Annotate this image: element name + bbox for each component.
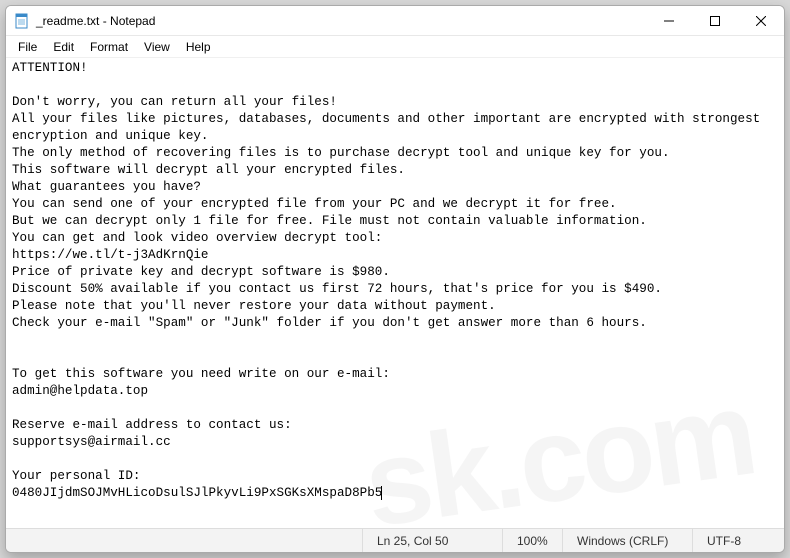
statusbar: Ln 25, Col 50 100% Windows (CRLF) UTF-8	[6, 528, 784, 552]
status-zoom: 100%	[502, 529, 562, 552]
menu-file[interactable]: File	[10, 38, 45, 56]
text-editor[interactable]: ATTENTION! Don't worry, you can return a…	[6, 58, 784, 528]
status-encoding: UTF-8	[692, 529, 782, 552]
menu-view[interactable]: View	[136, 38, 178, 56]
menu-edit[interactable]: Edit	[45, 38, 82, 56]
menu-format[interactable]: Format	[82, 38, 136, 56]
window-title: _readme.txt - Notepad	[36, 14, 155, 28]
statusbar-spacer	[8, 529, 362, 552]
status-position: Ln 25, Col 50	[362, 529, 502, 552]
menubar: File Edit Format View Help	[6, 36, 784, 58]
notepad-window: _readme.txt - Notepad File Edit Format V…	[5, 5, 785, 553]
maximize-button[interactable]	[692, 6, 738, 36]
notepad-icon	[14, 13, 30, 29]
menu-help[interactable]: Help	[178, 38, 219, 56]
text-caret-icon	[381, 486, 382, 500]
titlebar: _readme.txt - Notepad	[6, 6, 784, 36]
minimize-button[interactable]	[646, 6, 692, 36]
editor-content: ATTENTION! Don't worry, you can return a…	[12, 61, 768, 500]
close-button[interactable]	[738, 6, 784, 36]
window-controls	[646, 6, 784, 35]
watermark: sk.com	[365, 424, 753, 495]
status-eol: Windows (CRLF)	[562, 529, 692, 552]
